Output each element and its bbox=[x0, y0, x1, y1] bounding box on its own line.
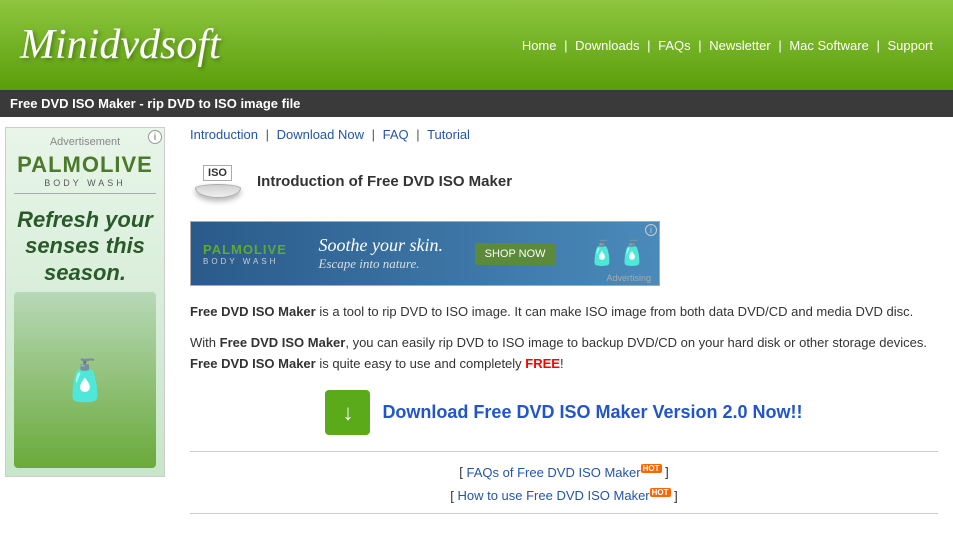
ad-tagline: Refresh your senses this season. bbox=[14, 207, 156, 286]
desc2-bold: Free DVD ISO Maker bbox=[220, 335, 346, 350]
nav-faqs[interactable]: FAQs bbox=[658, 38, 691, 53]
breadcrumb-tutorial[interactable]: Tutorial bbox=[427, 127, 470, 142]
breadcrumb-faq[interactable]: FAQ bbox=[383, 127, 409, 142]
desc2-mid: , you can easily rip DVD to ISO image to… bbox=[345, 335, 927, 350]
breadcrumb-sep-3: | bbox=[416, 127, 419, 142]
faq-link-item: [ FAQs of Free DVD ISO MakerHOT ] bbox=[190, 464, 938, 479]
ad-banner-shop-button[interactable]: SHOP NOW bbox=[475, 243, 556, 265]
desc2-bold2: Free DVD ISO Maker bbox=[190, 356, 316, 371]
download-text[interactable]: Download Free DVD ISO Maker Version 2.0 … bbox=[382, 402, 802, 423]
sidebar-ad: i Advertisement PALMOLIVE BODY WASH Refr… bbox=[5, 127, 165, 477]
product-icon: ISO bbox=[190, 154, 245, 209]
page-title: Free DVD ISO Maker - rip DVD to ISO imag… bbox=[10, 96, 300, 111]
divider-1 bbox=[190, 451, 938, 452]
desc2-free: FREE bbox=[525, 356, 560, 371]
download-section: ↓ Download Free DVD ISO Maker Version 2.… bbox=[190, 390, 938, 435]
content: Introduction | Download Now | FAQ | Tuto… bbox=[175, 117, 953, 534]
howto-link-item: [ How to use Free DVD ISO MakerHOT ] bbox=[190, 488, 938, 503]
nav-downloads[interactable]: Downloads bbox=[575, 38, 639, 53]
nav: Home | Downloads | FAQs | Newsletter | M… bbox=[522, 38, 933, 53]
ad-banner-tagline: Soothe your skin. bbox=[319, 235, 443, 256]
nav-newsletter[interactable]: Newsletter bbox=[709, 38, 770, 53]
main-layout: i Advertisement PALMOLIVE BODY WASH Refr… bbox=[0, 117, 953, 534]
desc2-end: is quite easy to use and completely bbox=[316, 356, 526, 371]
breadcrumb-sep-2: | bbox=[372, 127, 375, 142]
desc2-exclaim: ! bbox=[560, 356, 564, 371]
ad-banner-info-icon[interactable]: i bbox=[645, 224, 657, 236]
ad-banner-left: PALMOLIVE BODY WASH bbox=[203, 242, 287, 266]
nav-sep-1: | bbox=[564, 38, 567, 53]
nav-home[interactable]: Home bbox=[522, 38, 557, 53]
header: Minidvdsoft Home | Downloads | FAQs | Ne… bbox=[0, 0, 953, 90]
nav-sep-3: | bbox=[698, 38, 701, 53]
ad-sidebar-label: Advertisement bbox=[50, 136, 120, 148]
product-header: ISO Introduction of Free DVD ISO Maker bbox=[190, 154, 938, 209]
sidebar: i Advertisement PALMOLIVE BODY WASH Refr… bbox=[0, 117, 175, 534]
ad-brand: PALMOLIVE bbox=[17, 152, 153, 178]
breadcrumb-introduction[interactable]: Introduction bbox=[190, 127, 258, 142]
bottle-icon: 🧴 bbox=[60, 357, 110, 404]
breadcrumb: Introduction | Download Now | FAQ | Tuto… bbox=[190, 127, 938, 142]
desc1-rest: is a tool to rip DVD to ISO image. It ca… bbox=[316, 304, 914, 319]
nav-sep-5: | bbox=[876, 38, 879, 53]
ad-banner-brand: PALMOLIVE bbox=[203, 242, 287, 257]
product-title: Introduction of Free DVD ISO Maker bbox=[257, 173, 512, 190]
desc1-bold: Free DVD ISO Maker bbox=[190, 304, 316, 319]
description-1: Free DVD ISO Maker is a tool to rip DVD … bbox=[190, 302, 938, 323]
ad-line: BODY WASH bbox=[44, 178, 126, 188]
disc-icon bbox=[195, 184, 241, 198]
desc2-prefix: With bbox=[190, 335, 220, 350]
faq-hot-badge: HOT bbox=[641, 464, 662, 473]
download-icon: ↓ bbox=[325, 390, 370, 435]
divider-2 bbox=[190, 513, 938, 514]
howto-hot-badge: HOT bbox=[650, 488, 671, 497]
howto-link[interactable]: How to use Free DVD ISO MakerHOT bbox=[457, 488, 670, 503]
ad-banner-line: BODY WASH bbox=[203, 257, 287, 266]
download-arrow-icon: ↓ bbox=[342, 400, 353, 426]
ad-banner-middle: Soothe your skin. Escape into nature. bbox=[319, 235, 443, 272]
ad-banner-watermark: Advertising bbox=[606, 273, 651, 283]
ad-banner-bottles-icon: 🧴🧴 bbox=[587, 239, 647, 268]
ad-info-icon[interactable]: i bbox=[148, 130, 162, 144]
ad-image: 🧴 bbox=[14, 292, 156, 468]
nav-support[interactable]: Support bbox=[887, 38, 933, 53]
nav-sep-4: | bbox=[778, 38, 781, 53]
ad-banner-sub: Escape into nature. bbox=[319, 256, 443, 272]
nav-sep-2: | bbox=[647, 38, 650, 53]
iso-label: ISO bbox=[203, 165, 232, 181]
page-title-bar: Free DVD ISO Maker - rip DVD to ISO imag… bbox=[0, 90, 953, 117]
links-section: [ FAQs of Free DVD ISO MakerHOT ] [ How … bbox=[190, 464, 938, 503]
breadcrumb-download-now[interactable]: Download Now bbox=[277, 127, 364, 142]
breadcrumb-sep-1: | bbox=[266, 127, 269, 142]
faq-link[interactable]: FAQs of Free DVD ISO MakerHOT bbox=[467, 465, 662, 480]
logo[interactable]: Minidvdsoft bbox=[20, 21, 221, 69]
nav-mac-software[interactable]: Mac Software bbox=[789, 38, 868, 53]
description-2: With Free DVD ISO Maker, you can easily … bbox=[190, 333, 938, 375]
ad-banner: i PALMOLIVE BODY WASH Soothe your skin. … bbox=[190, 221, 660, 286]
